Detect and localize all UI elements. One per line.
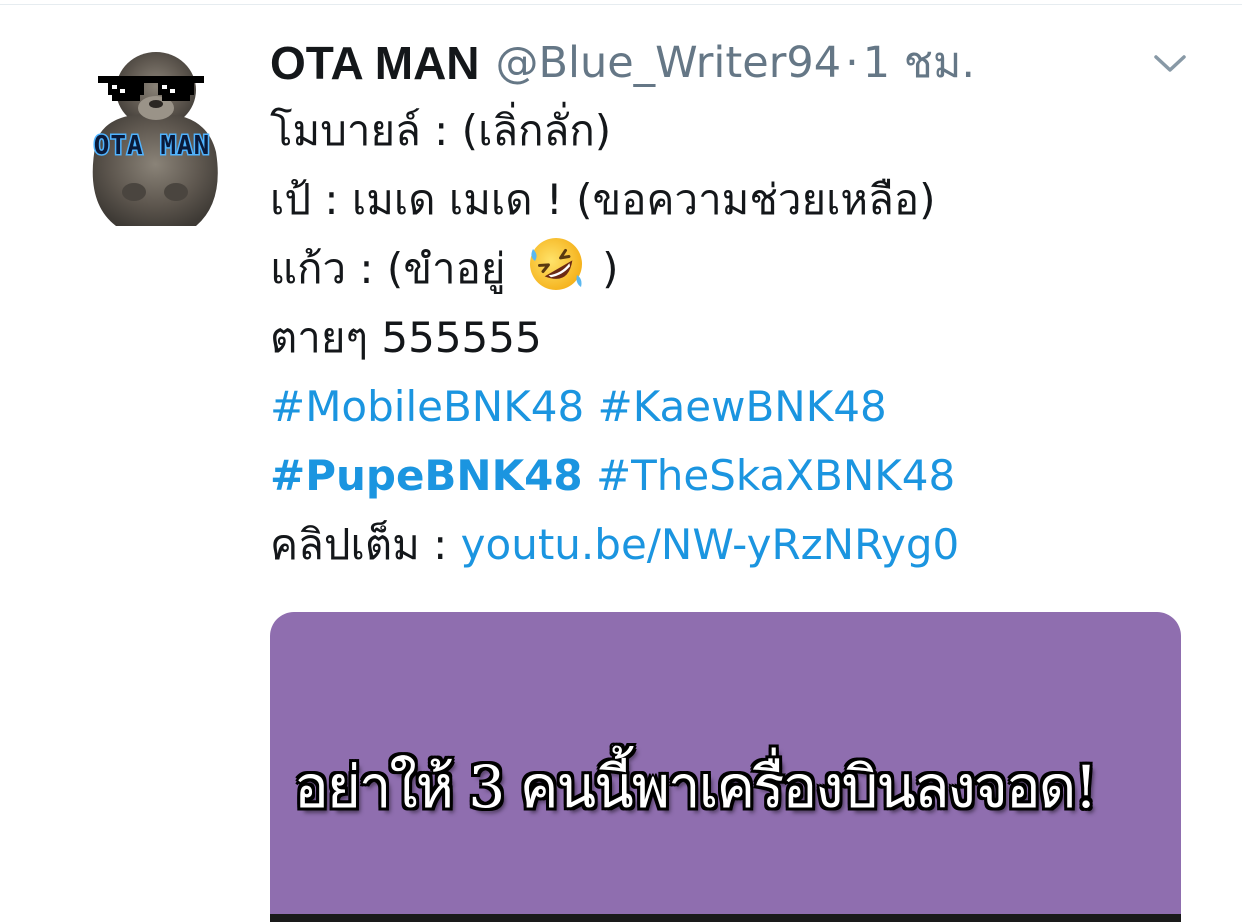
top-divider <box>0 4 1242 5</box>
clip-label: คลิปเต็ม : <box>270 520 461 569</box>
rolling-on-floor-laughing-emoji-icon <box>529 238 582 290</box>
display-name[interactable]: OTA MAN <box>270 30 480 96</box>
avatar[interactable]: OTA MAN <box>76 42 228 226</box>
hashtag-row: #PupeBNK48 #TheSkaXBNK48 <box>270 441 1200 510</box>
avatar-logo-text: OTA MAN <box>94 131 211 161</box>
hashtag-link[interactable]: #MobileBNK48 <box>270 382 584 431</box>
tweet-line: โมบายล์ : (เลิ่กลั่ก) <box>270 106 612 155</box>
separator-dot: · <box>845 38 859 88</box>
media-bottom-bar <box>270 914 1181 922</box>
user-handle[interactable]: @Blue_Writer94 <box>496 30 842 96</box>
otter-avatar-image: OTA MAN <box>92 52 218 226</box>
hashtag-link[interactable]: #KaewBNK48 <box>598 382 887 431</box>
tweet-line-text: ) <box>602 244 619 293</box>
tweet-header: OTA MAN @Blue_Writer94 · 1 ชม. <box>270 30 1200 96</box>
timestamp[interactable]: 1 ชม. <box>863 30 975 96</box>
media-caption: อย่าให้ 3 คนนี้พาเครื่องบินลงจอด! <box>294 753 1098 821</box>
media-preview[interactable]: อย่าให้ 3 คนนี้พาเครื่องบินลงจอด! <box>270 612 1181 922</box>
tweet-line-text: แก้ว : (ขำอยู่ <box>270 244 506 293</box>
tweet-line: เป้ : เมเด เมเด ! (ขอความช่วยเหลือ) <box>270 175 936 224</box>
chevron-down-icon[interactable] <box>1150 48 1190 78</box>
video-link[interactable]: youtu.be/NW-yRzNRyg0 <box>461 520 960 569</box>
tweet-line: ตายๆ 555555 <box>270 313 542 362</box>
tweet-line: แก้ว : (ขำอยู่ ) <box>270 234 1200 303</box>
hashtag-link[interactable]: #TheSkaXBNK48 <box>596 451 955 500</box>
tweet: OTA MAN @Blue_Writer94 · 1 ชม. โมบายล์ :… <box>270 30 1200 579</box>
tweet-text: โมบายล์ : (เลิ่กลั่ก) เป้ : เมเด เมเด ! … <box>270 96 1200 579</box>
clip-row: คลิปเต็ม : youtu.be/NW-yRzNRyg0 <box>270 510 1200 579</box>
hashtag-row: #MobileBNK48 #KaewBNK48 <box>270 372 1200 441</box>
hashtag-link[interactable]: #PupeBNK48 <box>270 451 583 500</box>
